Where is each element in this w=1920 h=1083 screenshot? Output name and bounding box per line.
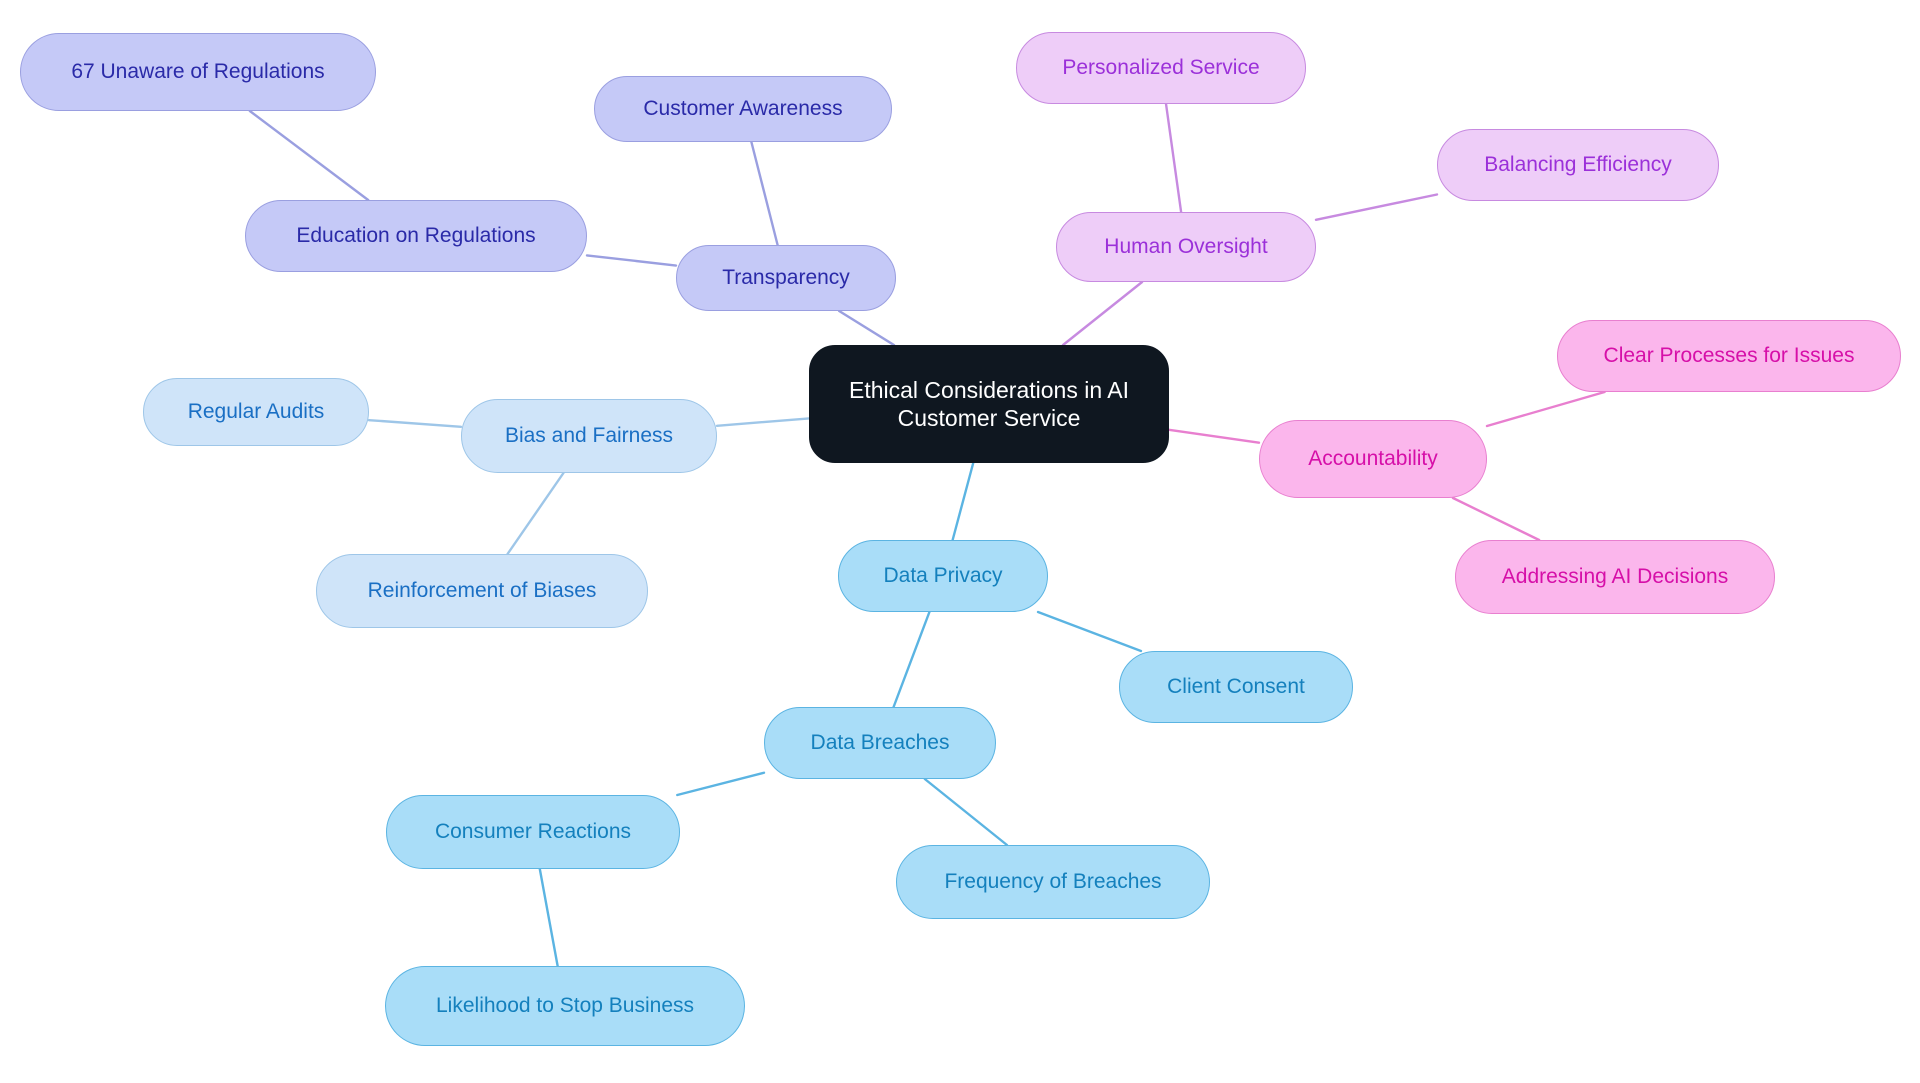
node-label-balancing-efficiency: Balancing Efficiency	[1484, 153, 1672, 177]
node-personalized-service[interactable]: Personalized Service	[1016, 32, 1306, 104]
node-label-personalized-service: Personalized Service	[1062, 56, 1260, 80]
edge-data-privacy-to-data-breaches	[892, 610, 931, 709]
node-addressing-decisions[interactable]: Addressing AI Decisions	[1455, 540, 1775, 614]
node-likelihood-stop[interactable]: Likelihood to Stop Business	[385, 966, 745, 1046]
node-client-consent[interactable]: Client Consent	[1119, 651, 1353, 723]
edge-human-oversight-to-personalized-service	[1164, 102, 1183, 214]
node-frequency-breaches[interactable]: Frequency of Breaches	[896, 845, 1210, 919]
node-unaware-regulations[interactable]: 67 Unaware of Regulations	[20, 33, 376, 111]
edge-data-breaches-to-frequency-breaches	[923, 777, 1009, 847]
node-label-unaware-regulations: 67 Unaware of Regulations	[71, 60, 325, 84]
edge-data-privacy-to-client-consent	[1036, 610, 1143, 653]
node-customer-awareness[interactable]: Customer Awareness	[594, 76, 892, 142]
node-label-data-privacy: Data Privacy	[883, 564, 1003, 588]
root-node-label: Ethical Considerations in AI Customer Se…	[849, 376, 1129, 431]
node-label-accountability: Accountability	[1308, 447, 1438, 471]
node-regular-audits[interactable]: Regular Audits	[143, 378, 369, 446]
node-reinforcement-biases[interactable]: Reinforcement of Biases	[316, 554, 648, 628]
node-data-privacy[interactable]: Data Privacy	[838, 540, 1048, 612]
edge-root-to-data-privacy	[951, 461, 975, 542]
node-data-breaches[interactable]: Data Breaches	[764, 707, 996, 779]
node-label-frequency-breaches: Frequency of Breaches	[944, 870, 1162, 894]
edge-root-to-bias-fairness	[715, 417, 811, 427]
node-label-consumer-reactions: Consumer Reactions	[434, 820, 632, 844]
edge-education-regulations-to-unaware-regulations	[248, 109, 370, 202]
node-label-human-oversight: Human Oversight	[1104, 235, 1268, 259]
node-bias-fairness[interactable]: Bias and Fairness	[461, 399, 717, 473]
edge-bias-fairness-to-regular-audits	[367, 418, 463, 428]
node-label-bias-fairness: Bias and Fairness	[504, 424, 674, 448]
mindmap-canvas: Ethical Considerations in AI Customer Se…	[0, 0, 1920, 1083]
node-label-education-regulations: Education on Regulations	[296, 224, 536, 248]
edge-consumer-reactions-to-likelihood-stop	[538, 867, 559, 968]
node-transparency[interactable]: Transparency	[676, 245, 896, 311]
node-label-customer-awareness: Customer Awareness	[643, 97, 843, 121]
node-label-likelihood-stop: Likelihood to Stop Business	[436, 994, 694, 1018]
edge-bias-fairness-to-reinforcement-biases	[506, 471, 565, 556]
edge-data-breaches-to-consumer-reactions	[676, 771, 766, 797]
root-node[interactable]: Ethical Considerations in AI Customer Se…	[809, 345, 1169, 463]
node-clear-processes[interactable]: Clear Processes for Issues	[1557, 320, 1901, 392]
edge-human-oversight-to-balancing-efficiency	[1314, 193, 1439, 222]
edge-root-to-accountability	[1167, 428, 1261, 444]
node-consumer-reactions[interactable]: Consumer Reactions	[386, 795, 680, 869]
edge-transparency-to-education-regulations	[585, 254, 678, 267]
node-accountability[interactable]: Accountability	[1259, 420, 1487, 498]
node-label-reinforcement-biases: Reinforcement of Biases	[367, 579, 597, 603]
node-label-addressing-decisions: Addressing AI Decisions	[1501, 565, 1729, 589]
node-label-clear-processes: Clear Processes for Issues	[1603, 344, 1855, 368]
edge-accountability-to-addressing-decisions	[1451, 496, 1541, 542]
node-label-regular-audits: Regular Audits	[187, 400, 325, 424]
node-label-transparency: Transparency	[722, 266, 850, 290]
edge-root-to-transparency	[837, 309, 896, 347]
node-balancing-efficiency[interactable]: Balancing Efficiency	[1437, 129, 1719, 201]
edge-transparency-to-customer-awareness	[750, 140, 779, 247]
edge-root-to-human-oversight	[1061, 280, 1144, 347]
node-label-data-breaches: Data Breaches	[810, 731, 950, 755]
node-human-oversight[interactable]: Human Oversight	[1056, 212, 1316, 282]
node-label-client-consent: Client Consent	[1167, 675, 1305, 699]
edge-accountability-to-clear-processes	[1485, 390, 1606, 428]
node-education-regulations[interactable]: Education on Regulations	[245, 200, 587, 272]
